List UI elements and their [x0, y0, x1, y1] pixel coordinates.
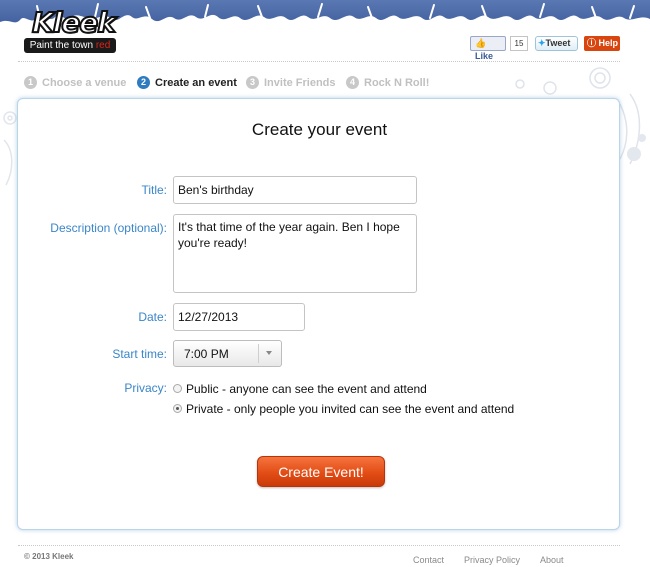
logo-tagline: Paint the town red: [24, 38, 116, 53]
step-label: Create an event: [155, 77, 237, 89]
footer-link-about[interactable]: About: [540, 555, 564, 565]
tweet-button[interactable]: ✦Tweet: [535, 36, 578, 51]
privacy-private-radio[interactable]: [173, 404, 182, 414]
date-input[interactable]: [173, 303, 305, 331]
step-choose-venue[interactable]: 1 Choose a venue: [24, 76, 126, 90]
privacy-public-label: Public - anyone can see the event and at…: [186, 382, 427, 396]
help-label: Help: [598, 38, 619, 48]
logo-wordmark: Kleek: [31, 5, 117, 40]
start-time-label: Start time:: [112, 347, 167, 361]
privacy-label: Privacy:: [124, 381, 167, 395]
title-label: Title:: [141, 183, 167, 197]
step-number: 2: [137, 76, 150, 89]
date-label: Date:: [138, 310, 167, 324]
like-label: Like: [475, 51, 494, 61]
header-divider: [18, 61, 620, 62]
chevron-down-icon[interactable]: [266, 351, 272, 355]
start-time-select[interactable]: 7:00 PM: [173, 340, 282, 367]
step-number: 3: [246, 76, 259, 89]
tagline-main: Paint the town: [29, 40, 94, 51]
copyright: © 2013 Kleek: [24, 552, 74, 561]
description-textarea[interactable]: It's that time of the year again. Ben I …: [173, 214, 417, 293]
help-button[interactable]: ⓘ Help: [584, 36, 620, 51]
tagline-accent: red: [95, 40, 111, 51]
create-event-button[interactable]: Create Event!: [257, 456, 385, 487]
step-number: 4: [346, 76, 359, 89]
step-label: Invite Friends: [264, 77, 336, 89]
page-title: Create your event: [251, 120, 388, 139]
twitter-bird-icon: ✦: [538, 38, 546, 48]
step-create-event: 2 Create an event: [137, 76, 237, 90]
start-time-value: 7:00 PM: [184, 347, 229, 361]
privacy-private-label: Private - only people you invited can se…: [186, 402, 515, 416]
footer-divider: [18, 545, 620, 546]
step-rock-n-roll[interactable]: 4 Rock N Roll!: [346, 76, 429, 90]
tweet-label: Tweet: [545, 38, 571, 48]
like-thumb-icon: 👍: [475, 38, 487, 48]
step-invite-friends[interactable]: 3 Invite Friends: [246, 76, 336, 90]
privacy-private-option[interactable]: Private - only people you invited can se…: [173, 402, 514, 416]
step-number: 1: [24, 76, 37, 89]
footer-link-privacy-policy[interactable]: Privacy Policy: [464, 555, 520, 565]
facebook-like-button[interactable]: 👍 Like: [470, 36, 506, 61]
step-label: Choose a venue: [42, 77, 127, 89]
like-count: 15: [510, 36, 528, 51]
kleek-logo[interactable]: Kleek Paint the town red: [24, 5, 117, 53]
privacy-public-radio[interactable]: [173, 384, 182, 394]
description-label: Description (optional):: [50, 221, 167, 235]
title-input[interactable]: [173, 176, 417, 204]
create-event-card: Create your event Title: Description (op…: [17, 98, 620, 530]
footer-link-contact[interactable]: Contact: [413, 555, 444, 565]
step-label: Rock N Roll!: [364, 77, 430, 89]
privacy-public-option[interactable]: Public - anyone can see the event and at…: [173, 382, 427, 396]
help-icon: ⓘ: [587, 38, 597, 48]
select-divider: [258, 344, 259, 363]
